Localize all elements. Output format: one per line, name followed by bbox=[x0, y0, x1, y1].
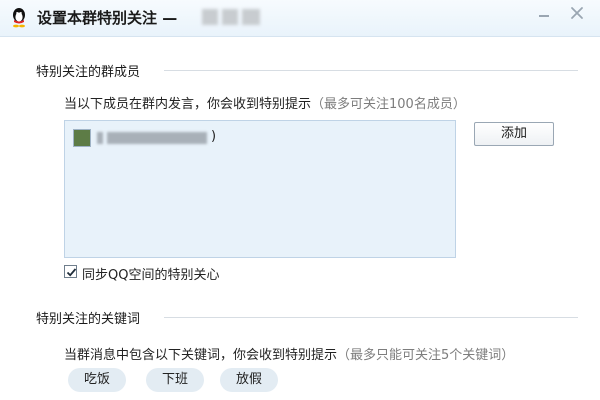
redacted-member-name bbox=[97, 132, 209, 144]
title-bar[interactable]: 设置本群特别关注 — bbox=[0, 0, 600, 37]
keywords-section-title: 特别关注的关键词 bbox=[36, 312, 141, 327]
redacted-group-name bbox=[202, 9, 260, 25]
add-member-button[interactable]: 添加 bbox=[474, 122, 554, 146]
keyword-chip[interactable]: 下班 bbox=[146, 368, 205, 392]
members-section-title: 特别关注的群成员 bbox=[36, 65, 141, 80]
close-button[interactable] bbox=[564, 2, 590, 24]
settings-window: 设置本群特别关注 — 特别关注的群成员 当以下成员在群内发言，你会收到特别提示（… bbox=[0, 0, 600, 400]
window-title: 设置本群特别关注 — bbox=[37, 9, 178, 27]
member-list[interactable]: ) bbox=[64, 120, 456, 258]
close-icon bbox=[571, 7, 583, 19]
keywords-description-text: 当群消息中包含以下关键词，你会收到特别提示 bbox=[64, 348, 338, 363]
members-limit-hint: （最多可关注100名成员） bbox=[311, 97, 466, 112]
keywords-limit-hint: （最多只能可关注5个关键词） bbox=[337, 348, 515, 363]
keyword-chip[interactable]: 放假 bbox=[220, 368, 279, 392]
members-description-text: 当以下成员在群内发言，你会收到特别提示 bbox=[64, 97, 312, 112]
qq-penguin-icon bbox=[13, 8, 25, 28]
members-description: 当以下成员在群内发言，你会收到特别提示（最多可关注100名成员） bbox=[64, 93, 466, 112]
avatar bbox=[73, 129, 91, 147]
member-list-item[interactable]: ) bbox=[73, 127, 273, 149]
minimize-button[interactable] bbox=[531, 2, 557, 24]
sync-qzone-label: 同步QQ空间的特别关心 bbox=[82, 268, 220, 283]
member-name-suffix: ) bbox=[211, 129, 217, 144]
checkmark-icon bbox=[66, 268, 77, 277]
keyword-chip[interactable]: 吃饭 bbox=[68, 368, 127, 392]
keywords-description: 当群消息中包含以下关键词，你会收到特别提示（最多只能可关注5个关键词） bbox=[64, 344, 514, 363]
sync-qzone-checkbox[interactable] bbox=[64, 265, 77, 278]
section-divider bbox=[164, 317, 578, 318]
minimize-icon bbox=[539, 15, 549, 17]
section-divider bbox=[164, 70, 578, 71]
